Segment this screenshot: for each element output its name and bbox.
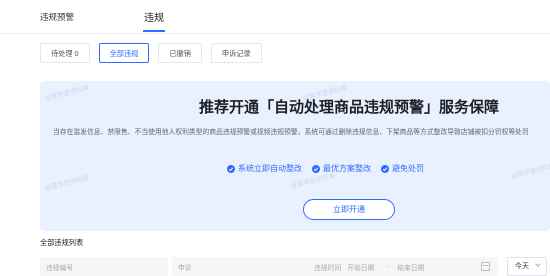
- filter-bar: 违规编号 申诉 违规时间 开始日期 → 结束日期 今天: [40, 257, 550, 276]
- watermark: 运营学堂资料库: [510, 162, 550, 181]
- benefit-label: 最优方案整改: [323, 164, 371, 173]
- benefit-label: 系统立即自动整改: [238, 164, 302, 173]
- tab-violation-warning[interactable]: 违规预警: [40, 11, 74, 23]
- calendar-icon[interactable]: [481, 262, 490, 271]
- benefit-item: 系统立即自动整改: [227, 163, 302, 174]
- watermark: 运营学堂资料库: [44, 84, 91, 103]
- quick-range-select[interactable]: 今天: [507, 257, 547, 276]
- chevron-down-icon: [535, 261, 541, 267]
- start-date-input[interactable]: 开始日期: [347, 262, 374, 272]
- check-circle-icon: [227, 164, 235, 173]
- violation-list-title: 全部违规列表: [40, 238, 84, 247]
- active-tab-indicator: [143, 30, 165, 32]
- promo-banner: 运营学堂资料库 运营学堂资料库 运营学堂资料库 运营学堂资料库 运营学堂资料库 …: [40, 81, 550, 231]
- watermark: 运营学堂资料库: [44, 174, 91, 193]
- benefit-label: 避免处罚: [392, 164, 424, 173]
- subtab-revoked[interactable]: 已撤销: [158, 43, 202, 63]
- sub-tab-bar: 待处理 0 全部违规 已撤销 申诉记录: [40, 43, 262, 63]
- quick-range-label: 今天: [515, 263, 529, 270]
- subtab-pending[interactable]: 待处理 0: [40, 43, 90, 63]
- appeal-select[interactable]: 申诉: [172, 257, 329, 276]
- appeal-select-label: 申诉: [178, 264, 192, 272]
- check-circle-icon: [381, 164, 389, 173]
- subtab-appeal-records[interactable]: 申诉记录: [210, 43, 262, 63]
- benefit-item: 最优方案整改: [312, 163, 371, 174]
- subtab-all-violations[interactable]: 全部违规: [98, 43, 150, 63]
- banner-title: 推荐开通「自动处理商品违规预警」服务保障: [199, 99, 500, 116]
- violation-time-range[interactable]: 违规时间 开始日期 → 结束日期: [308, 257, 498, 276]
- check-circle-icon: [312, 164, 320, 173]
- top-tab-bar: 违规预警 违规: [0, 0, 550, 34]
- violation-id-input[interactable]: 违规编号: [40, 257, 168, 276]
- range-arrow: →: [384, 263, 392, 270]
- time-range-label: 违规时间: [314, 264, 342, 272]
- benefit-item: 避免处罚: [381, 163, 424, 174]
- activate-button[interactable]: 立即开通: [303, 199, 395, 220]
- tab-violation[interactable]: 违规: [144, 9, 164, 24]
- benefit-list: 系统立即自动整改 最优方案整改 避免处罚: [227, 163, 424, 174]
- banner-description: 当存在滥发信息、禁限售、不当使用他人权利类型的商品违规预警或视频违规预警，系统可…: [53, 129, 529, 136]
- end-date-input[interactable]: 结束日期: [397, 262, 424, 272]
